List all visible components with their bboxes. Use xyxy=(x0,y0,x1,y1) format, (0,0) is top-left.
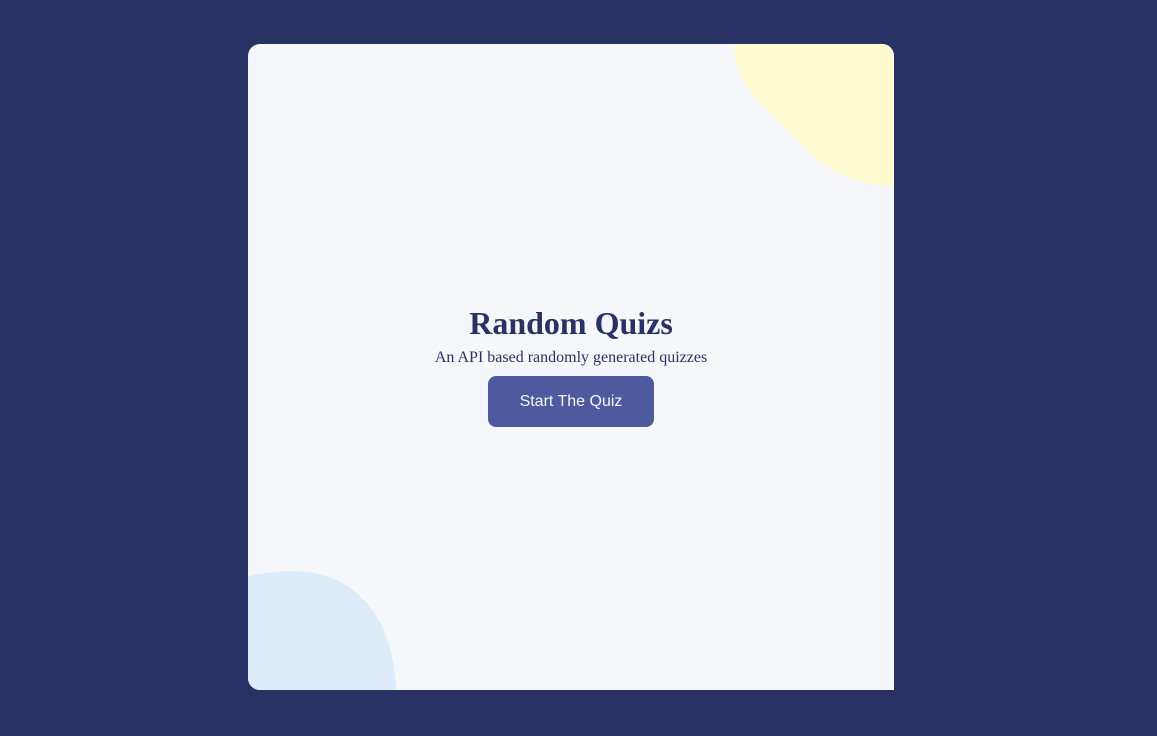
blue-blob-decoration xyxy=(248,571,396,690)
start-screen-card: Random Quizs An API based randomly gener… xyxy=(248,44,894,690)
intro-section: Random Quizs An API based randomly gener… xyxy=(248,302,894,427)
page-title: Random Quizs xyxy=(469,305,673,341)
start-quiz-button[interactable]: Start The Quiz xyxy=(488,376,654,427)
yellow-blob-decoration xyxy=(734,44,894,186)
page-subtitle: An API based randomly generated quizzes xyxy=(434,349,708,366)
